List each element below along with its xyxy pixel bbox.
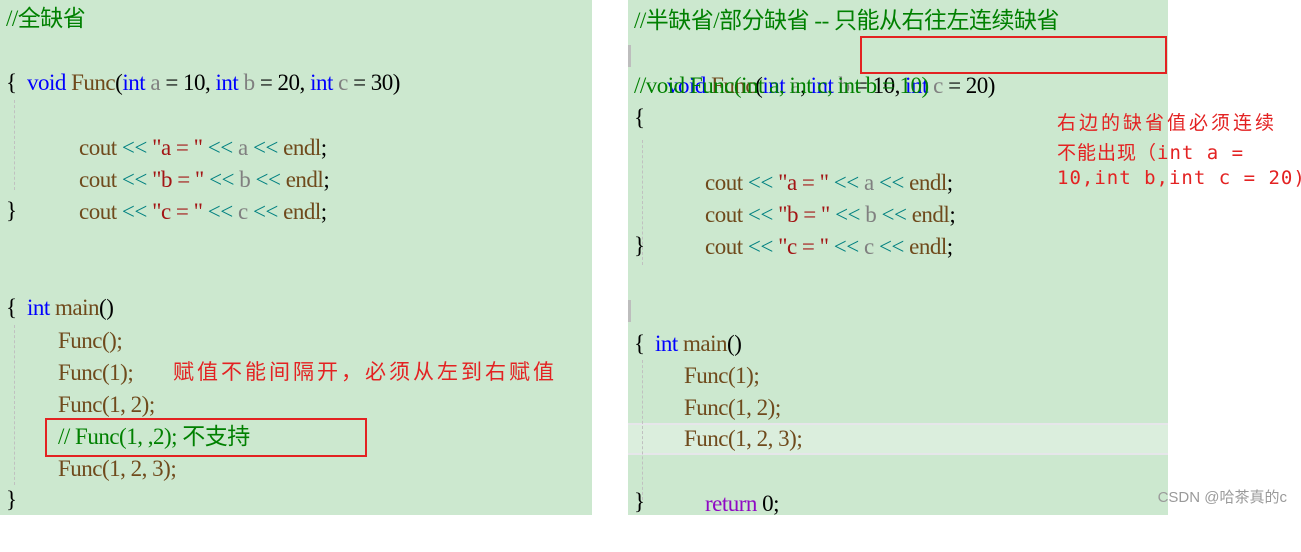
stream-op: <<: [828, 234, 864, 259]
cout-line-a: cout << "a = " << a << endl;: [684, 135, 953, 195]
stream-op: <<: [247, 199, 284, 224]
close-brace: }: [634, 233, 645, 258]
main-signature: int main(): [634, 296, 742, 356]
cout-line-c: cout << "c = " << c << endl;: [58, 164, 327, 224]
return-line: return 0;: [684, 456, 780, 516]
annotation-right-line-1: 右边的缺省值必须连续: [1057, 112, 1278, 134]
param-default: = 20,: [254, 70, 311, 95]
call-line: Func(1, 2);: [684, 395, 781, 420]
main-close-brace: }: [6, 487, 17, 512]
open-brace: {: [634, 105, 645, 130]
cout-line-a: cout << "a = " << a << endl;: [58, 100, 327, 160]
call-line: Func(1, 2, 3);: [58, 456, 177, 481]
endl-token: endl: [283, 199, 321, 224]
main-close-brace: }: [634, 489, 645, 514]
highlight-box-unsupported-call: [45, 418, 367, 457]
code-panel-partial-default: //半缺省/部分缺省 -- 只能从右往左连续缺省 void Func(int a…: [628, 0, 1168, 516]
call-line: Func();: [58, 328, 123, 353]
semicolon: ;: [320, 199, 327, 224]
close-brace: }: [6, 198, 17, 223]
function-signature: void Func(int a = 10, int b = 20, int c …: [6, 35, 400, 95]
param-name: c: [338, 70, 348, 95]
gutter-marker: [628, 300, 631, 322]
call-line: Func(1, 2);: [58, 392, 155, 417]
alt-signature-comment: //void Func(int a, int c, int b = 10): [634, 73, 929, 98]
open-brace: {: [6, 70, 17, 95]
comment-line: //全缺省: [6, 6, 86, 31]
annotation-left: 赋值不能间隔开，必须从左到右赋值: [173, 360, 557, 384]
stream-op: <<: [202, 199, 238, 224]
return-type: int: [655, 331, 678, 356]
call-line: Func(1);: [58, 360, 134, 385]
parens: (): [99, 295, 114, 320]
param-type: int: [310, 70, 333, 95]
param-type: int: [122, 70, 146, 95]
string-literal: "c = ": [778, 234, 829, 259]
comment-line: //半缺省/部分缺省 -- 只能从右往左连续缺省: [634, 8, 1060, 33]
main-open-brace: {: [6, 295, 17, 320]
param-name: c: [933, 73, 943, 98]
param-default: = 10,: [160, 70, 216, 95]
return-keyword: return: [705, 491, 757, 516]
call-line: Func(1);: [684, 363, 760, 388]
function-name: main: [55, 295, 100, 320]
param-type: int: [215, 70, 239, 95]
main-open-brace: {: [634, 331, 645, 356]
cout-line-b: cout << "b = " << b << endl;: [58, 132, 330, 192]
variable: c: [863, 234, 874, 259]
cout-token: cout: [79, 199, 117, 224]
gutter-marker: [628, 45, 631, 67]
cout-line-b: cout << "b = " << b << endl;: [684, 167, 956, 227]
semicolon: ;: [946, 234, 953, 259]
cout-line-c: cout << "c = " << c << endl;: [684, 199, 953, 259]
param-default: = 20): [942, 73, 995, 98]
watermark: CSDN @哈茶真的c: [1157, 489, 1287, 506]
param-default: = 30): [347, 70, 400, 95]
string-literal: "c = ": [152, 199, 203, 224]
param-name: a: [150, 70, 161, 95]
variable: c: [237, 199, 248, 224]
stream-op: <<: [116, 199, 153, 224]
call-line: Func(1, 2, 3);: [684, 426, 803, 451]
return-type: int: [27, 295, 50, 320]
highlight-box-default-params: [860, 36, 1167, 74]
annotation-right-line-2: 不能出现（int a =: [1057, 142, 1245, 164]
endl-token: endl: [909, 234, 947, 259]
parens: (): [727, 331, 742, 356]
stream-op: <<: [873, 234, 910, 259]
cout-token: cout: [705, 234, 743, 259]
return-type: void: [27, 70, 66, 95]
function-name: Func: [71, 70, 116, 95]
main-signature: int main(): [6, 260, 114, 320]
stream-op: <<: [742, 234, 779, 259]
function-name: main: [683, 331, 728, 356]
param-name: b: [243, 70, 256, 95]
annotation-right-line-3: 10,int b,int c = 20): [1057, 167, 1301, 189]
return-value: 0;: [756, 491, 780, 516]
